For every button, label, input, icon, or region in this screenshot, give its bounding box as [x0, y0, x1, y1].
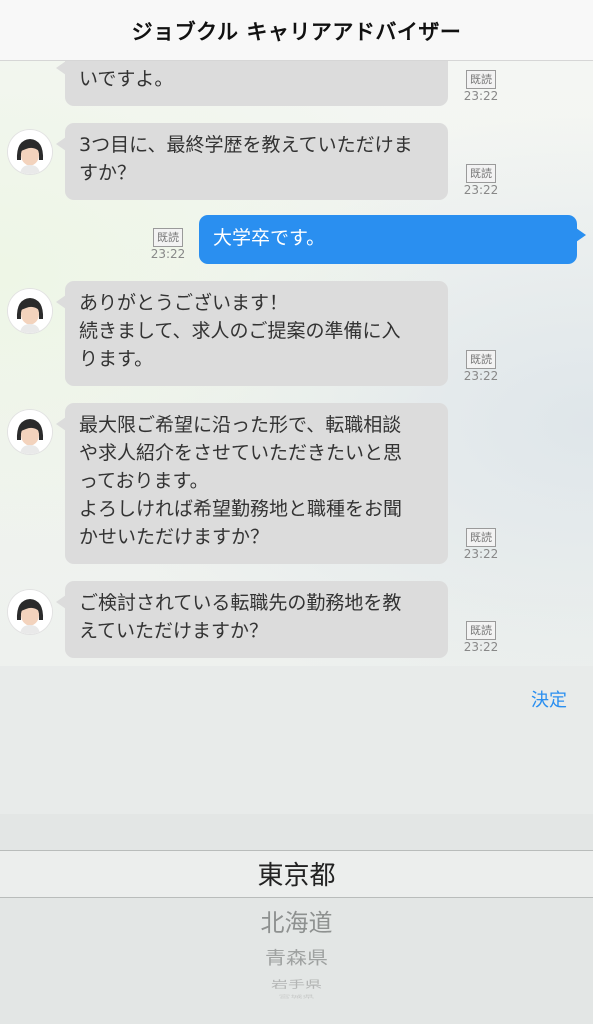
read-receipt: 既読 23:22 [461, 348, 501, 383]
message-line: えていただけますか？ [79, 620, 269, 642]
message-line: や求人紹介をさせていただきたいと思 [79, 442, 403, 464]
picker-option[interactable]: 岩手県 [0, 976, 593, 991]
advisor-avatar-image [8, 590, 52, 634]
message-bubble-incoming: ご検討されている転職先の勤務地を教 えていただけますか？ [56, 581, 448, 658]
message-line: すか？ [79, 162, 137, 184]
read-receipt: 既読 23:22 [461, 162, 501, 197]
advisor-avatar-image [8, 410, 52, 454]
message-time: 23:22 [463, 369, 499, 383]
read-receipt: 既読 23:22 [461, 68, 501, 103]
message-time: 23:22 [150, 247, 186, 261]
picker-option[interactable]: 青森県 [0, 944, 593, 970]
read-badge: 既読 [466, 350, 496, 369]
message-line: っております。 [79, 470, 209, 492]
advisor-avatar[interactable] [8, 590, 52, 634]
read-receipt: 既読 23:22 [461, 526, 501, 561]
advisor-avatar-image [8, 289, 52, 333]
advisor-avatar[interactable] [8, 289, 52, 333]
message-time: 23:22 [463, 640, 499, 654]
read-badge: 既読 [466, 528, 496, 547]
advisor-avatar-image [8, 130, 52, 174]
message-bubble-incoming: ありがとうございます！ 続きまして、求人のご提案の準備に入 ります。 [56, 281, 448, 386]
read-badge: 既読 [466, 621, 496, 640]
message-time: 23:22 [463, 547, 499, 561]
read-receipt: 既読 23:22 [461, 619, 501, 654]
picker-option[interactable]: 宮城県 [0, 994, 593, 1000]
message-bubble-incoming: 最大限ご希望に沿った形で、転職相談 や求人紹介をさせていただきたいと思 っており… [56, 403, 448, 564]
read-badge: 既読 [153, 228, 183, 247]
message-line: ります。 [79, 348, 154, 370]
message-time: 23:22 [463, 183, 499, 197]
page-title: ジョブクル キャリアアドバイザー [131, 20, 462, 44]
message-bubble-outgoing: 大学卒です。 [199, 215, 586, 264]
message-line: 3つ目に、最終学歴を教えていただけま [79, 134, 413, 156]
message-line: 続きまして、求人のご提案の準備に入 [79, 320, 401, 342]
picker-option-selected[interactable]: 東京都 [0, 855, 593, 892]
message-line: 最大限ご希望に沿った形で、転職相談 [79, 414, 402, 436]
prefecture-picker[interactable]: 東京都 北海道 青森県 岩手県 宮城県 [0, 814, 593, 1024]
message-line: 大学卒です。 [213, 227, 326, 249]
done-button[interactable]: 決定 [531, 686, 567, 712]
message-line: ありがとうございます！ [79, 292, 289, 314]
advisor-avatar[interactable] [8, 130, 52, 174]
message-line: よろしければ希望勤務地と職種をお聞 [79, 498, 403, 520]
read-receipt: 既読 23:22 [148, 226, 188, 261]
read-badge: 既読 [466, 164, 496, 183]
advisor-avatar[interactable] [8, 410, 52, 454]
message-time: 23:22 [463, 89, 499, 103]
message-line: ご検討されている転職先の勤務地を教 [79, 592, 402, 614]
message-bubble-incoming: いですよ。 [56, 61, 448, 106]
read-badge: 既読 [466, 70, 496, 89]
message-bubble-incoming: 3つ目に、最終学歴を教えていただけま すか？ [56, 123, 448, 200]
message-line: いですよ。 [79, 68, 174, 90]
chat-area[interactable]: いですよ。 既読 23:22 3つ目に、最終学歴を教えていただけま すか？ 既読… [0, 61, 593, 666]
message-line: かせいただけますか？ [79, 526, 270, 548]
picker-panel: 決定 東京都 北海道 青森県 岩手県 宮城県 [0, 666, 593, 1024]
nav-bar: ジョブクル キャリアアドバイザー [0, 0, 593, 61]
picker-option[interactable]: 北海道 [0, 903, 593, 938]
